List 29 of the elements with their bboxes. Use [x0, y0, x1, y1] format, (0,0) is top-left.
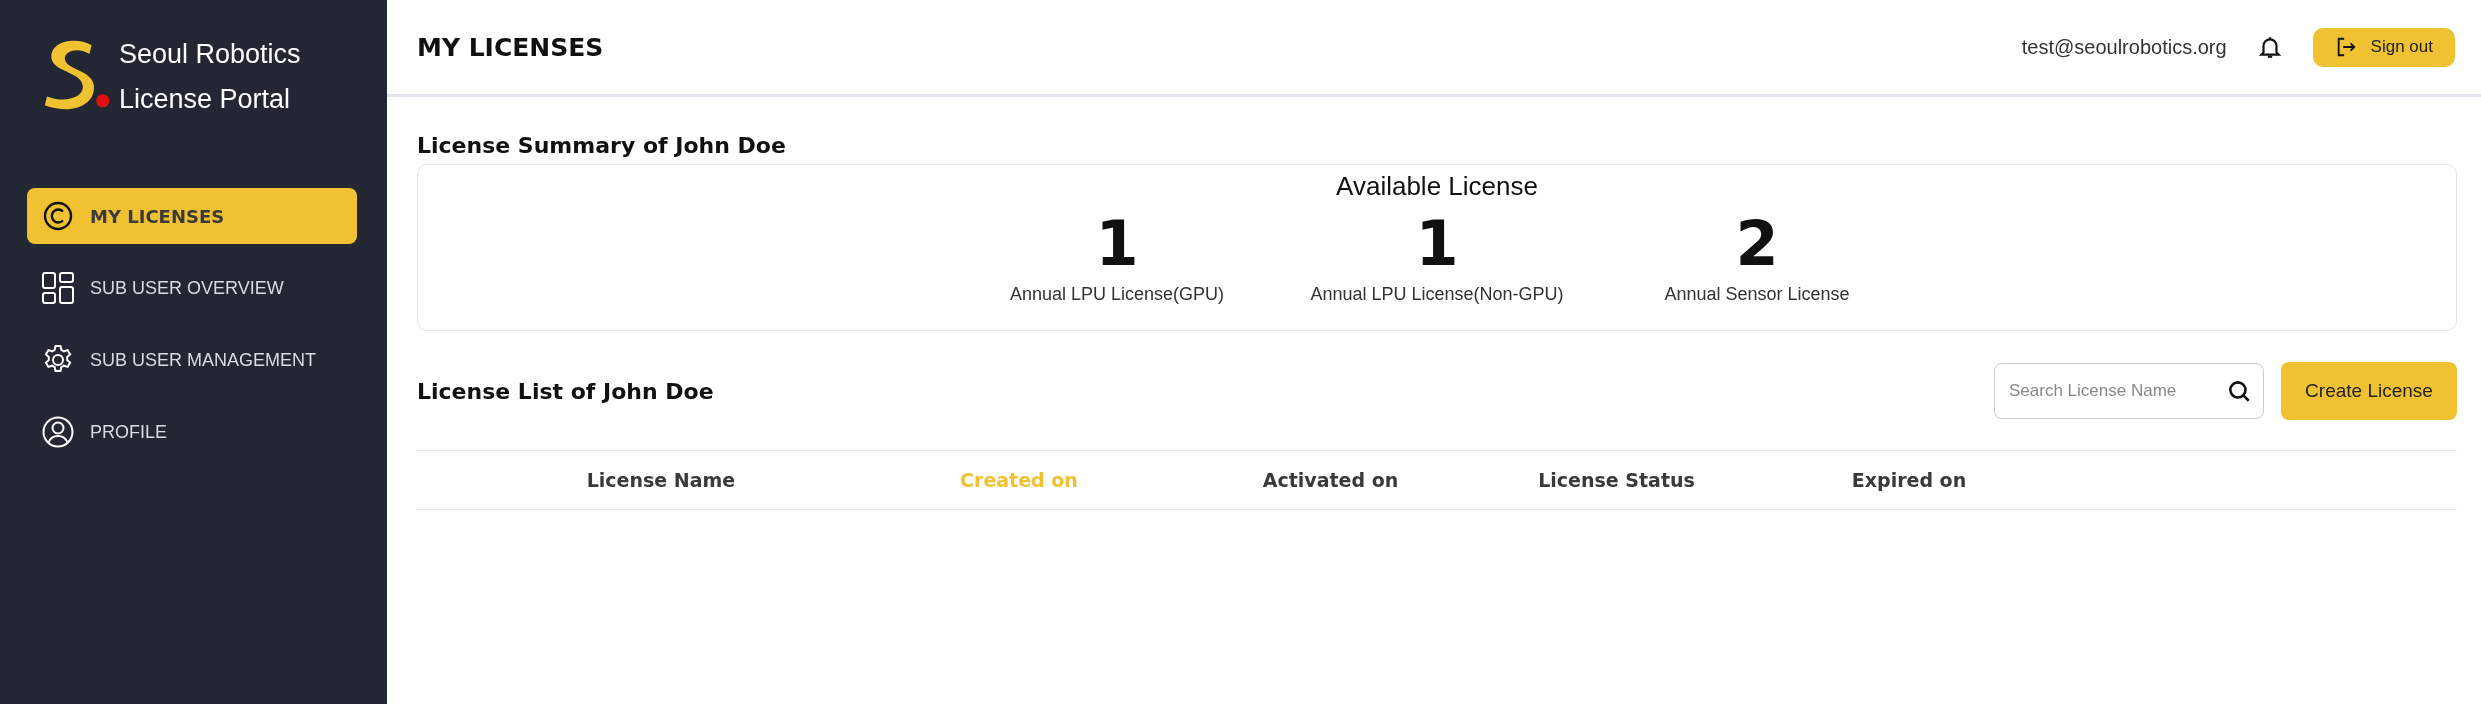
brand-name: License Portal [119, 83, 292, 116]
brand-name: Seoul Robotics [119, 38, 301, 71]
stat-label: Annual LPU License(Non-GPU) [1310, 284, 1564, 305]
user-email: test@seoulrobotics.org [2021, 35, 2227, 59]
search-field[interactable]: Search License Name [1994, 363, 2264, 419]
column-header[interactable]: Expired on [1851, 469, 1967, 491]
column-header[interactable]: License Name [586, 469, 736, 491]
stat-value: 1 [1415, 206, 1459, 282]
column-header[interactable]: License Status [1538, 469, 1695, 491]
stat-value: 1 [1095, 206, 1139, 282]
card-heading: Available License [1336, 171, 1538, 202]
search-icon[interactable] [2226, 378, 2252, 404]
create-license-button[interactable]: Create License [2281, 362, 2457, 420]
nav-item[interactable]: SUB USER MANAGEMENT [27, 332, 357, 388]
stat-label: Annual LPU License(GPU) [1009, 284, 1225, 305]
page-title: MY LICENSES [417, 32, 604, 62]
section-title: License Summary of John Doe [417, 133, 787, 158]
copyright-icon [42, 200, 74, 232]
grid-icon [42, 272, 74, 304]
section-title: License List of John Doe [417, 378, 715, 404]
nav-item[interactable]: SUB USER OVERVIEW [27, 260, 357, 316]
sign-out-button[interactable]: Sign out [2312, 27, 2455, 67]
column-header[interactable]: Activated on [1262, 469, 1399, 491]
nav-item[interactable]: MY LICENSES [27, 188, 357, 244]
stat-value: 2 [1735, 206, 1779, 282]
stat-label: Annual Sensor License [1664, 284, 1850, 305]
nav-item[interactable]: PROFILE [27, 404, 357, 460]
bell-icon[interactable] [2256, 34, 2283, 60]
user-icon [42, 416, 74, 448]
